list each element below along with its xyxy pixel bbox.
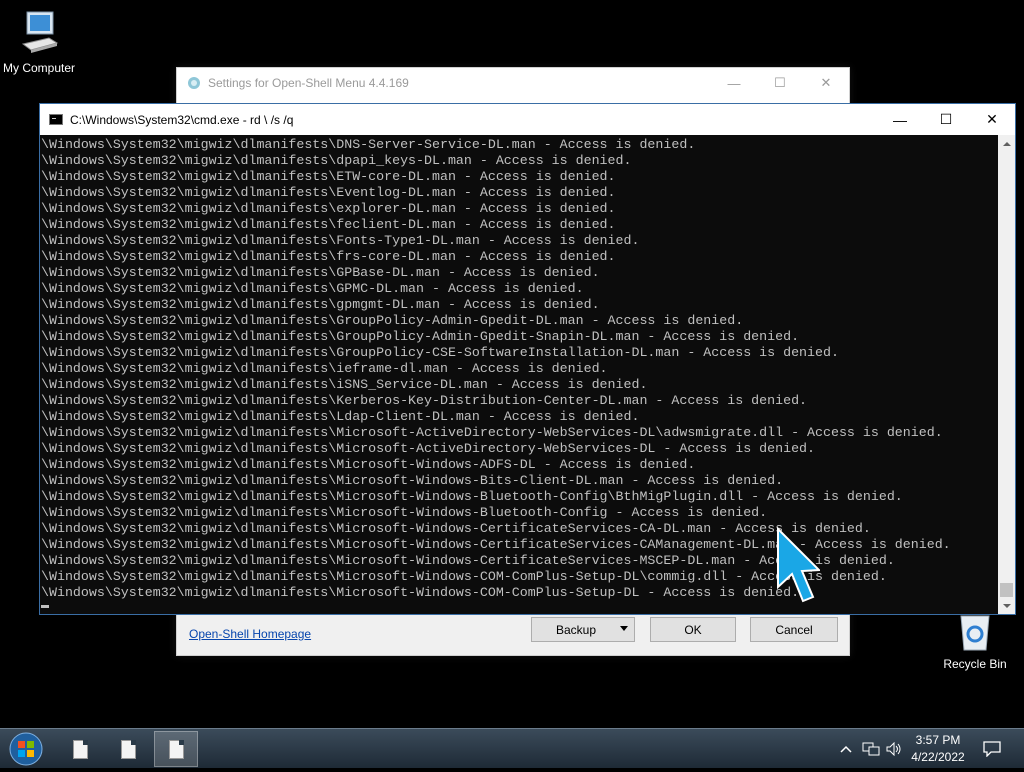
console-line: \Windows\System32\migwiz\dlmanifests\gpm…: [41, 297, 600, 312]
console-line: \Windows\System32\migwiz\dlmanifests\iSN…: [41, 377, 648, 392]
clock-date: 4/22/2022: [911, 750, 965, 764]
ok-button-label: OK: [684, 622, 702, 637]
cmd-maximize-button[interactable]: ☐: [923, 104, 969, 135]
console-line: \Windows\System32\migwiz\dlmanifests\Eve…: [41, 185, 616, 200]
taskbar-item-1[interactable]: [58, 731, 102, 767]
console-line: \Windows\System32\migwiz\dlmanifests\exp…: [41, 201, 616, 216]
scroll-down-arrow-icon: [1002, 603, 1011, 608]
console-scrollbar[interactable]: [998, 135, 1015, 614]
console-line: \Windows\System32\migwiz\dlmanifests\ETW…: [41, 169, 616, 184]
scrollbar-thumb[interactable]: [1000, 583, 1013, 597]
console-line: \Windows\System32\migwiz\dlmanifests\Mic…: [41, 489, 903, 504]
console-line: \Windows\System32\migwiz\dlmanifests\Fon…: [41, 233, 640, 248]
console-line: \Windows\System32\migwiz\dlmanifests\Mic…: [41, 537, 951, 552]
clock[interactable]: 3:57 PM 4/22/2022: [902, 732, 974, 766]
cmd-icon: [49, 114, 63, 125]
my-computer-label: My Computer: [2, 61, 76, 75]
start-button[interactable]: [6, 731, 46, 767]
my-computer-desktop-icon[interactable]: My Computer: [0, 10, 82, 75]
console-line: \Windows\System32\migwiz\dlmanifests\Ker…: [41, 393, 808, 408]
cmd-minimize-button[interactable]: —: [877, 104, 923, 135]
settings-titlebar[interactable]: Settings for Open-Shell Menu 4.4.169 — ☐…: [177, 68, 849, 98]
action-center-button[interactable]: [980, 729, 1004, 769]
console-line: \Windows\System32\migwiz\dlmanifests\Gro…: [41, 313, 744, 328]
recycle-bin-desktop-icon[interactable]: Recycle Bin: [932, 612, 1018, 671]
settings-minimize-button[interactable]: —: [711, 68, 757, 98]
backup-button-label: Backup: [556, 622, 597, 637]
ok-button[interactable]: OK: [650, 617, 736, 642]
open-shell-icon: [188, 77, 200, 89]
console-line: \Windows\System32\migwiz\dlmanifests\dpa…: [41, 153, 632, 168]
volume-tray-button[interactable]: [884, 729, 904, 769]
console-line: \Windows\System32\migwiz\dlmanifests\Gro…: [41, 329, 800, 344]
mouse-pointer-icon: [777, 527, 820, 603]
console-line: \Windows\System32\migwiz\dlmanifests\Lda…: [41, 409, 640, 424]
minimize-icon: —: [893, 111, 907, 128]
computer-icon: [21, 11, 59, 53]
settings-maximize-button[interactable]: ☐: [757, 68, 803, 98]
console-line: \Windows\System32\migwiz\dlmanifests\Mic…: [41, 521, 871, 536]
taskbar-item-3[interactable]: [154, 731, 198, 767]
notification-icon: [983, 741, 1001, 757]
console-cursor: [41, 605, 49, 608]
network-tray-button[interactable]: [860, 729, 882, 769]
console-line: \Windows\System32\migwiz\dlmanifests\fec…: [41, 217, 616, 232]
console-line: \Windows\System32\migwiz\dlmanifests\Mic…: [41, 473, 784, 488]
scroll-down-button[interactable]: [998, 597, 1015, 614]
dropdown-arrow-icon: [620, 626, 628, 631]
cmd-titlebar[interactable]: C:\Windows\System32\cmd.exe - rd \ /s /q…: [40, 104, 1015, 135]
windows-logo-icon: [9, 732, 43, 766]
settings-footer: Open-Shell Homepage Backup OK Cancel: [177, 613, 849, 655]
console-line: \Windows\System32\migwiz\dlmanifests\Mic…: [41, 505, 768, 520]
console-line: \Windows\System32\migwiz\dlmanifests\Mic…: [41, 553, 895, 568]
console-line: \Windows\System32\migwiz\dlmanifests\Mic…: [41, 457, 696, 472]
settings-close-button[interactable]: ✕: [803, 68, 849, 98]
close-icon: ✕: [986, 111, 998, 127]
console-line: \Windows\System32\migwiz\dlmanifests\Mic…: [41, 425, 943, 440]
scroll-up-arrow-icon: [1002, 141, 1011, 146]
cmd-window: C:\Windows\System32\cmd.exe - rd \ /s /q…: [39, 103, 1016, 615]
console-line: \Windows\System32\migwiz\dlmanifests\frs…: [41, 249, 616, 264]
console-line: \Windows\System32\migwiz\dlmanifests\Mic…: [41, 441, 816, 456]
document-icon: [120, 739, 136, 759]
console-line: \Windows\System32\migwiz\dlmanifests\GPB…: [41, 265, 600, 280]
settings-window-title: Settings for Open-Shell Menu 4.4.169: [208, 76, 409, 90]
document-icon: [72, 739, 88, 759]
cmd-window-title: C:\Windows\System32\cmd.exe - rd \ /s /q: [70, 112, 294, 127]
speaker-icon: [886, 742, 901, 756]
console-line: \Windows\System32\migwiz\dlmanifests\DNS…: [41, 137, 696, 152]
minimize-icon: —: [727, 75, 741, 91]
cancel-button[interactable]: Cancel: [750, 617, 838, 642]
close-icon: ✕: [820, 75, 832, 90]
show-hidden-icons-button[interactable]: [836, 729, 856, 769]
console-line: \Windows\System32\migwiz\dlmanifests\Mic…: [41, 585, 800, 600]
open-shell-homepage-link[interactable]: Open-Shell Homepage: [189, 627, 311, 641]
maximize-icon: ☐: [939, 111, 953, 127]
clock-time: 3:57 PM: [915, 733, 961, 747]
recycle-bin-icon: [960, 615, 990, 651]
maximize-icon: ☐: [774, 75, 786, 90]
console-line: \Windows\System32\migwiz\dlmanifests\Gro…: [41, 345, 839, 360]
taskbar-item-2[interactable]: [106, 731, 150, 767]
recycle-bin-label: Recycle Bin: [943, 657, 1007, 671]
console-line: \Windows\System32\migwiz\dlmanifests\ief…: [41, 361, 608, 376]
scroll-up-button[interactable]: [998, 135, 1015, 152]
console-line: \Windows\System32\migwiz\dlmanifests\GPM…: [41, 281, 584, 296]
backup-button[interactable]: Backup: [531, 617, 635, 642]
network-icon: [862, 742, 880, 756]
cmd-close-button[interactable]: ✕: [969, 104, 1015, 135]
cancel-button-label: Cancel: [775, 622, 813, 637]
document-icon: [168, 739, 184, 759]
taskbar: 3:57 PM 4/22/2022: [0, 728, 1024, 768]
console-output[interactable]: \Windows\System32\migwiz\dlmanifests\DNS…: [40, 135, 998, 614]
chevron-up-icon: [840, 745, 852, 753]
console-line: \Windows\System32\migwiz\dlmanifests\Mic…: [41, 569, 887, 584]
